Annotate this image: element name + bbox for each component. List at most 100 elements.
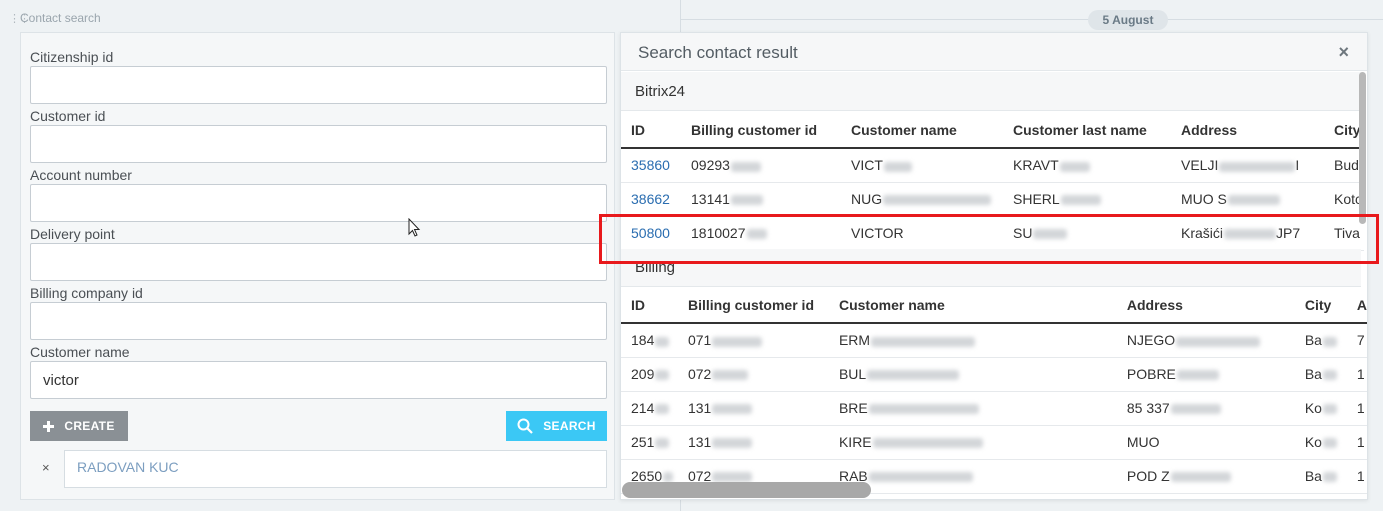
- customer-name-label: Customer name: [30, 344, 130, 360]
- redacted-text: [712, 404, 753, 415]
- cell: 7: [1346, 323, 1367, 358]
- plus-icon: [43, 420, 55, 432]
- cell-text: 209: [631, 366, 655, 382]
- mouse-cursor-icon: [408, 218, 421, 237]
- delivery-point-label: Delivery point: [30, 226, 115, 242]
- redacted-text: [1322, 438, 1337, 449]
- redacted-text: [712, 336, 763, 347]
- drag-handle-icon[interactable]: ⋮⋮: [9, 12, 30, 25]
- redacted-text: [730, 195, 763, 206]
- vertical-scrollbar[interactable]: [1359, 72, 1366, 224]
- cell: 184: [621, 323, 678, 358]
- date-badge: 5 August: [1088, 10, 1168, 30]
- redacted-text: [1170, 404, 1221, 415]
- column-header[interactable]: ID: [621, 287, 678, 324]
- close-icon[interactable]: ×: [1338, 42, 1349, 63]
- contact-id-link[interactable]: 38662: [621, 182, 681, 217]
- selected-contact-tag[interactable]: RADOVAN KUC: [64, 450, 607, 488]
- redacted-text: [712, 438, 753, 449]
- horizontal-scrollbar[interactable]: [622, 482, 871, 498]
- customer-id-input[interactable]: [30, 125, 607, 163]
- table-row[interactable]: 251 131 KIRE MUO Ko 1: [621, 425, 1367, 460]
- create-button[interactable]: CREATE: [30, 411, 128, 441]
- cell: VELJI I: [1171, 148, 1324, 183]
- bitrix-section-header: [621, 72, 1361, 111]
- column-header[interactable]: Billing customer id: [677, 287, 829, 324]
- table-row[interactable]: 209 072 BUL POBRE Ba 1: [621, 357, 1367, 392]
- column-header[interactable]: City: [1294, 287, 1347, 324]
- contact-search-form: Citizenship id Customer id Account numbe…: [20, 32, 615, 500]
- cell-text: SHERL: [1013, 191, 1060, 207]
- table-header-row: ID Billing customer id Customer name Add…: [621, 287, 1367, 324]
- column-header[interactable]: Address: [1171, 112, 1324, 149]
- table-row[interactable]: 184 071 ERM NJEGO Ba 7: [621, 323, 1367, 358]
- column-header[interactable]: Customer name: [841, 112, 1003, 149]
- cell-text: 251: [631, 434, 655, 450]
- cell: POBRE: [1116, 357, 1295, 392]
- cell-text: 072: [687, 366, 712, 382]
- cell: Ba: [1294, 357, 1347, 392]
- panel-title: ⋮⋮Contact search: [9, 11, 101, 25]
- cell-text: Ba: [1304, 366, 1322, 382]
- customer-name-input[interactable]: [30, 361, 607, 399]
- cell-text: Ko: [1304, 400, 1322, 416]
- cell: Ko: [1294, 391, 1347, 426]
- redacted-text: [655, 336, 670, 347]
- redacted-text: [1059, 161, 1090, 172]
- redacted-text: [1322, 370, 1337, 381]
- redacted-text: [655, 438, 670, 449]
- search-icon: [517, 418, 534, 434]
- table-row[interactable]: 38662 13141 NUG SHERL MUO S Kotc: [621, 182, 1364, 217]
- cell: Ko: [1294, 425, 1347, 460]
- column-header[interactable]: Billing customer id: [681, 112, 841, 149]
- cell: 09293: [681, 148, 841, 183]
- cell: Ba: [1294, 323, 1347, 358]
- column-header[interactable]: Customer last name: [1003, 112, 1171, 149]
- column-header[interactable]: City: [1324, 112, 1364, 149]
- cell: BUL: [828, 357, 1117, 392]
- column-header[interactable]: A: [1346, 287, 1367, 324]
- remove-tag-icon[interactable]: ×: [42, 460, 50, 475]
- column-header[interactable]: Address: [1116, 287, 1295, 324]
- redacted-text: [1170, 472, 1231, 483]
- account-number-input[interactable]: [30, 184, 607, 222]
- cell-text: ERM: [838, 332, 871, 349]
- search-button[interactable]: SEARCH: [506, 411, 607, 441]
- table-row[interactable]: 214 131 BRE 85 337 Ko 1: [621, 391, 1367, 426]
- cell-text: KIRE: [838, 434, 872, 450]
- cell-text: I: [1295, 157, 1300, 174]
- cell: 85 337: [1116, 391, 1295, 426]
- billing-results-table: ID Billing customer id Customer name Add…: [621, 287, 1367, 494]
- contact-id-link[interactable]: 35860: [621, 148, 681, 183]
- cell-text: 85 337: [1126, 400, 1170, 416]
- column-header[interactable]: ID: [621, 112, 681, 149]
- delivery-point-input[interactable]: [30, 243, 607, 281]
- cell: VICT: [841, 148, 1003, 183]
- cell-text: Ko: [1304, 434, 1322, 450]
- redacted-text: [1176, 336, 1261, 347]
- cell-text: VELJI: [1181, 157, 1219, 174]
- dialog-title: Search contact result: [638, 43, 798, 62]
- cell: SHERL: [1003, 182, 1171, 217]
- redacted-text: [712, 370, 749, 381]
- cell: Ba: [1294, 459, 1347, 494]
- cell: NJEGO: [1116, 323, 1295, 358]
- cell: RAB: [828, 459, 1117, 494]
- column-header[interactable]: Customer name: [828, 287, 1117, 324]
- account-number-label: Account number: [30, 167, 132, 183]
- cell: NUG: [841, 182, 1003, 217]
- redacted-text: [1322, 472, 1337, 483]
- table-row[interactable]: 35860 09293 VICT KRAVT VELJI I Bud: [621, 148, 1364, 183]
- redacted-text: [1227, 195, 1280, 206]
- redacted-text: [663, 472, 674, 483]
- cell-text: KRAVT: [1013, 157, 1059, 174]
- create-button-label: CREATE: [64, 419, 115, 433]
- redacted-text: [1219, 161, 1296, 172]
- citizenship-id-input[interactable]: [30, 66, 607, 104]
- billing-company-id-input[interactable]: [30, 302, 607, 340]
- cell: MUO: [1116, 425, 1295, 460]
- cell-text: 09293: [691, 157, 730, 174]
- timeline-rule: [680, 19, 1383, 20]
- cell-text: MUO S: [1181, 191, 1227, 207]
- cell: BRE: [828, 391, 1117, 426]
